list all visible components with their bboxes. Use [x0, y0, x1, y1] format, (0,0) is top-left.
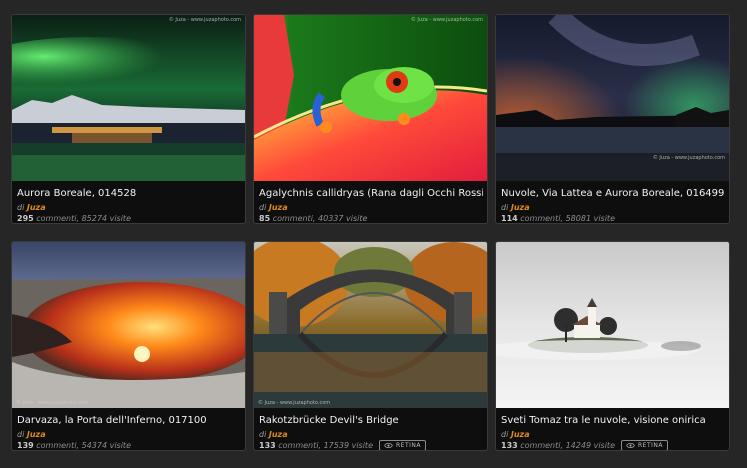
visits-count: 58081 [565, 214, 592, 223]
photo-stats: 295 commenti, 85274 visite [17, 213, 241, 223]
author-link[interactable]: Juza [511, 203, 530, 212]
photo-stats: 85 commenti, 40337 visite [259, 213, 483, 223]
photo-title[interactable]: Agalychnis callidryas (Rana dagli Occhi … [259, 187, 483, 200]
author-line: di Juza [17, 202, 241, 213]
visits-count: 85274 [81, 214, 108, 223]
visits-count: 14249 [565, 441, 592, 450]
retina-label: RETINA [395, 442, 421, 449]
photo-title[interactable]: Nuvole, Via Lattea e Aurora Boreale, 016… [501, 187, 725, 200]
photo-credit: © Juza - www.juzaphoto.com [652, 155, 725, 161]
photo-stats: 133 commenti, 14249 visite RETINA [501, 440, 725, 450]
visits-label: visite [351, 441, 373, 450]
retina-badge[interactable]: RETINA [620, 440, 668, 450]
photo-title[interactable]: Rakotzbrücke Devil's Bridge [259, 414, 483, 427]
photo-card[interactable]: Sveti Tomaz tra le nuvole, visione oniri… [495, 241, 730, 451]
eye-icon [626, 443, 635, 448]
by-label: di [17, 430, 25, 439]
comments-count: 133 [501, 441, 518, 450]
author-line: di Juza [17, 429, 241, 440]
author-link[interactable]: Juza [269, 430, 288, 439]
photo-card[interactable]: © Juza - www.juzaphoto.com Darvaza, la P… [11, 241, 246, 451]
author-line: di Juza [259, 202, 483, 213]
visits-count: 54374 [81, 441, 108, 450]
by-label: di [259, 203, 267, 212]
photo-credit: © Juza - www.juzaphoto.com [168, 17, 241, 23]
photo-title[interactable]: Darvaza, la Porta dell'Inferno, 017100 [17, 414, 241, 427]
comments-count: 85 [259, 214, 271, 223]
photo-card[interactable]: © Juza - www.juzaphoto.com Agalychnis ca… [253, 14, 488, 224]
eye-icon [384, 443, 393, 448]
comments-count: 295 [17, 214, 34, 223]
photo-thumbnail[interactable]: © Juza - www.juzaphoto.com [496, 15, 729, 181]
photo-thumbnail[interactable]: © Juza - www.juzaphoto.com [254, 242, 487, 408]
by-label: di [501, 430, 509, 439]
photo-credit: © Juza - www.juzaphoto.com [410, 17, 483, 23]
photo-card[interactable]: © Juza - www.juzaphoto.com Nuvole, Via L… [495, 14, 730, 224]
visits-count: 17539 [323, 441, 350, 450]
retina-label: RETINA [637, 442, 663, 449]
author-link[interactable]: Juza [269, 203, 288, 212]
photo-stats: 139 commenti, 54374 visite [17, 440, 241, 450]
retina-badge[interactable]: RETINA [378, 440, 426, 450]
comments-count: 133 [259, 441, 276, 450]
comments-count: 114 [501, 214, 518, 223]
visits-label: visite [109, 441, 131, 450]
visits-label: visite [593, 441, 615, 450]
author-link[interactable]: Juza [27, 203, 46, 212]
comments-count: 139 [17, 441, 34, 450]
comments-label: commenti, [520, 214, 564, 223]
author-line: di Juza [501, 429, 725, 440]
photo-card[interactable]: © Juza - www.juzaphoto.com Aurora Boreal… [11, 14, 246, 224]
photo-credit: © Juza - www.juzaphoto.com [16, 400, 89, 406]
comments-label: commenti, [36, 214, 80, 223]
photo-title[interactable]: Sveti Tomaz tra le nuvole, visione oniri… [501, 414, 725, 427]
photo-thumbnail[interactable]: © Juza - www.juzaphoto.com [12, 242, 245, 408]
visits-count: 40337 [318, 214, 344, 223]
photo-card[interactable]: © Juza - www.juzaphoto.com Rakotzbrücke … [253, 241, 488, 451]
photo-stats: 133 commenti, 17539 visite RETINA [259, 440, 483, 450]
comments-label: commenti, [36, 441, 80, 450]
visits-label: visite [346, 214, 368, 223]
author-line: di Juza [259, 429, 483, 440]
photo-thumbnail[interactable]: © Juza - www.juzaphoto.com [254, 15, 487, 181]
by-label: di [501, 203, 509, 212]
photo-title[interactable]: Aurora Boreale, 014528 [17, 187, 241, 200]
comments-label: commenti, [278, 441, 322, 450]
visits-label: visite [593, 214, 615, 223]
by-label: di [259, 430, 267, 439]
photo-thumbnail[interactable] [496, 242, 729, 408]
author-link[interactable]: Juza [27, 430, 46, 439]
by-label: di [17, 203, 25, 212]
comments-label: commenti, [272, 214, 316, 223]
photo-thumbnail[interactable]: © Juza - www.juzaphoto.com [12, 15, 245, 181]
visits-label: visite [109, 214, 131, 223]
author-line: di Juza [501, 202, 725, 213]
author-link[interactable]: Juza [511, 430, 530, 439]
photo-stats: 114 commenti, 58081 visite [501, 213, 725, 223]
comments-label: commenti, [520, 441, 564, 450]
photo-credit: © Juza - www.juzaphoto.com [258, 400, 331, 406]
